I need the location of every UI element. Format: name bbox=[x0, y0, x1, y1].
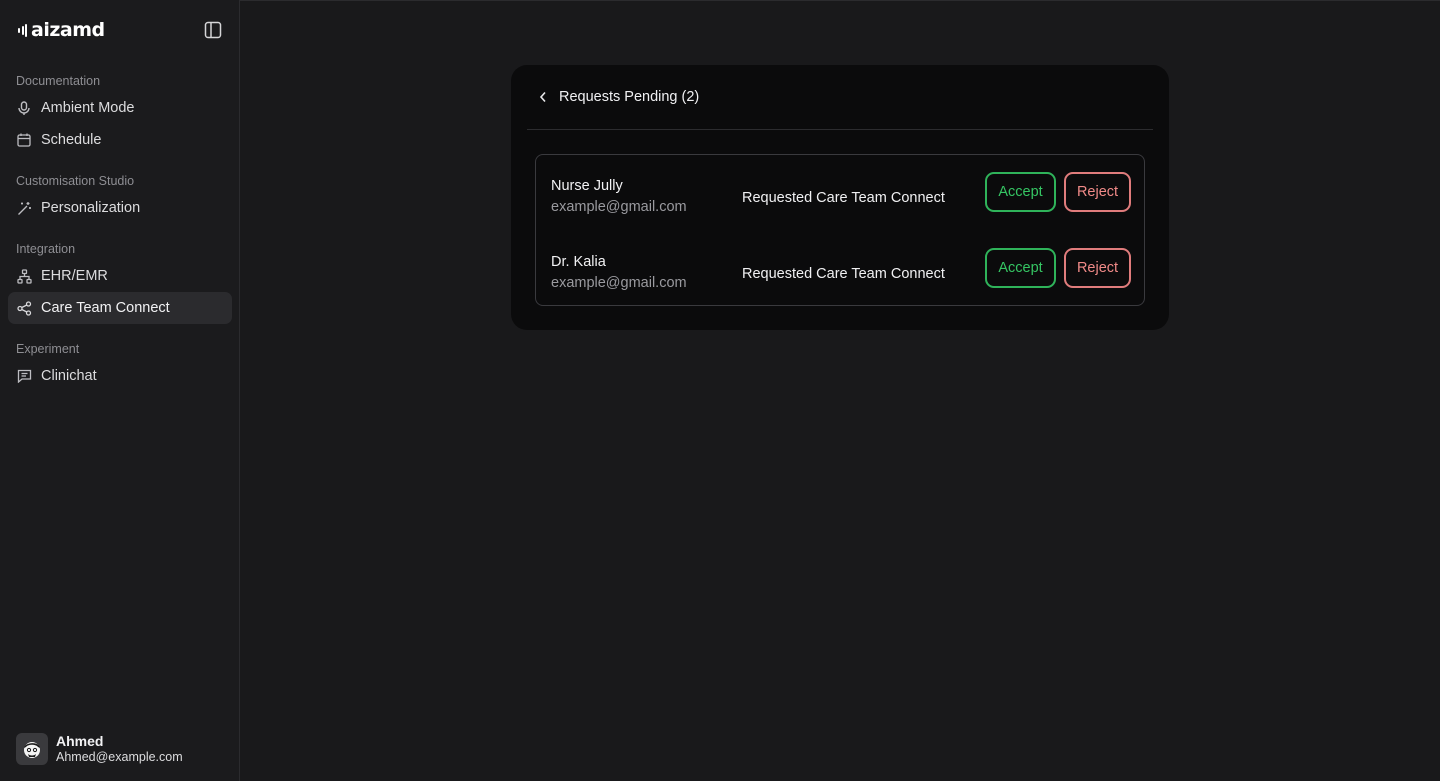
accept-button[interactable]: Accept bbox=[985, 248, 1056, 288]
nav-group-integration: Integration bbox=[16, 242, 76, 256]
microphone-icon bbox=[16, 100, 32, 116]
back-button[interactable] bbox=[533, 87, 553, 107]
list-item: Dr. Kalia example@gmail.com Requested Ca… bbox=[536, 248, 1144, 308]
calendar-icon bbox=[16, 132, 32, 148]
user-profile[interactable]: Ahmed Ahmed@example.com bbox=[16, 733, 183, 765]
page-title: Requests Pending (2) bbox=[559, 89, 700, 105]
requester-name: Dr. Kalia bbox=[551, 254, 606, 270]
chevron-left-icon bbox=[539, 91, 546, 103]
brand-name: aizamd bbox=[31, 19, 105, 41]
sidebar-item-personalization[interactable]: Personalization bbox=[8, 192, 232, 224]
chat-icon bbox=[16, 368, 32, 384]
requester-email: example@gmail.com bbox=[551, 275, 687, 291]
avatar bbox=[16, 733, 48, 765]
main-content: Requests Pending (2) Nurse Jully example… bbox=[240, 0, 1440, 781]
nav-group-customisation-studio: Customisation Studio bbox=[16, 174, 135, 188]
sound-wave-icon bbox=[18, 23, 27, 37]
request-status: Requested Care Team Connect bbox=[742, 266, 945, 282]
requester-name: Nurse Jully bbox=[551, 178, 623, 194]
reject-button[interactable]: Reject bbox=[1064, 248, 1131, 288]
sidebar: aizamd Documentation Ambient Mode Schedu… bbox=[0, 0, 240, 781]
sidebar-item-label: Care Team Connect bbox=[41, 300, 170, 316]
requester-email: example@gmail.com bbox=[551, 199, 687, 215]
user-name: Ahmed bbox=[56, 733, 104, 749]
requests-panel: Requests Pending (2) Nurse Jully example… bbox=[511, 65, 1169, 330]
request-status: Requested Care Team Connect bbox=[742, 190, 945, 206]
share-icon bbox=[16, 300, 32, 316]
sidebar-item-clinichat[interactable]: Clinichat bbox=[8, 360, 232, 392]
sidebar-item-label: Clinichat bbox=[41, 368, 97, 384]
brand-logo[interactable]: aizamd bbox=[18, 18, 105, 42]
list-item: Nurse Jully example@gmail.com Requested … bbox=[536, 172, 1144, 232]
sidebar-toggle-button[interactable] bbox=[203, 20, 223, 40]
user-avatar-icon bbox=[24, 742, 40, 758]
app-window: aizamd Documentation Ambient Mode Schedu… bbox=[0, 0, 1440, 781]
accept-button[interactable]: Accept bbox=[985, 172, 1056, 212]
panel-header: Requests Pending (2) bbox=[527, 65, 1153, 130]
sidebar-item-label: EHR/EMR bbox=[41, 268, 108, 284]
sidebar-item-label: Ambient Mode bbox=[41, 100, 135, 116]
user-email: Ahmed@example.com bbox=[56, 750, 183, 764]
panel-left-icon bbox=[204, 21, 222, 39]
reject-button[interactable]: Reject bbox=[1064, 172, 1131, 212]
nav-group-experiment: Experiment bbox=[16, 342, 80, 356]
sidebar-item-ambient-mode[interactable]: Ambient Mode bbox=[8, 92, 232, 124]
sidebar-item-label: Schedule bbox=[41, 132, 102, 148]
magic-wand-icon bbox=[16, 200, 32, 216]
nav-group-documentation: Documentation bbox=[16, 74, 101, 88]
sidebar-item-ehr-emr[interactable]: EHR/EMR bbox=[8, 260, 232, 292]
sidebar-item-care-team-connect[interactable]: Care Team Connect bbox=[8, 292, 232, 324]
sidebar-item-label: Personalization bbox=[41, 200, 141, 216]
network-icon bbox=[16, 268, 32, 284]
requests-list: Nurse Jully example@gmail.com Requested … bbox=[535, 154, 1145, 306]
sidebar-item-schedule[interactable]: Schedule bbox=[8, 124, 232, 156]
